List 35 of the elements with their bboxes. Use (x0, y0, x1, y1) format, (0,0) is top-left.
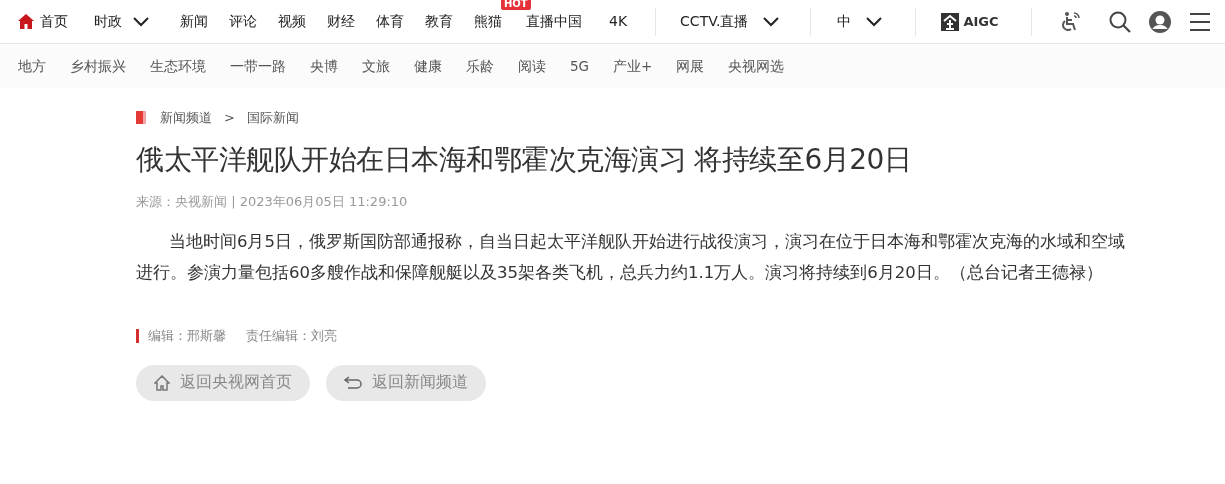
live-menu[interactable]: CCTV.直播 (680, 11, 781, 32)
nav-link[interactable]: 5G (570, 55, 590, 77)
nav-link[interactable]: 一带一路 (230, 55, 286, 77)
nav-link[interactable]: 评论 (229, 11, 257, 32)
hot-badge: HOT (501, 0, 531, 10)
nav-link[interactable]: 央视网选 (728, 55, 785, 77)
article-meta: 来源：央视新闻 | 2023年06月05日 11:29:10 (136, 193, 409, 212)
nav-link[interactable]: 央博 (310, 55, 338, 77)
breadcrumb-link[interactable]: 国际新闻 (246, 108, 299, 128)
article-title: 俄太平洋舰队开始在日本海和鄂霍次克海演习 将持续至6月20日 (136, 142, 913, 177)
article-paragraph: 当地时间6月5日，俄罗斯国防部通报称，自当日起太平洋舰队开始进行战役演习，演习在位于日本海和鄂霍次克海的水域和空域进行。参演力量包括60多艘作战和保障舰艇以及35架各类飞机，总兵力约1.1万人。演习将持续到6月20日。（总台记者王德禄） (136, 230, 1126, 284)
nav-link[interactable]: 直播中国 (526, 11, 582, 32)
nav-link[interactable]: 4K (609, 11, 628, 32)
nav-link[interactable]: 视频 (278, 11, 306, 32)
nav-link[interactable]: 财经 (327, 11, 355, 32)
nav-link[interactable]: 地方 (18, 55, 46, 77)
nav-link[interactable]: 生态环境 (150, 55, 206, 77)
editor-credit: 编辑：邢斯馨 (148, 328, 226, 343)
nav-link[interactable]: 产业+ (613, 55, 653, 77)
nav-link[interactable]: 时政 (94, 11, 150, 32)
nav-link[interactable]: 乡村振兴 (70, 55, 126, 77)
nav-link[interactable]: 文旅 (362, 55, 390, 77)
nav-link[interactable]: 教育 (425, 11, 453, 32)
aigc-logo[interactable]: AIGC (941, 12, 999, 31)
editor-credit: 责任编辑：刘亮 (246, 328, 337, 343)
nav-link[interactable]: 体育 (376, 11, 404, 32)
breadcrumb-link[interactable]: 新闻频道 (160, 108, 212, 128)
breadcrumb-separator: > (224, 109, 235, 127)
nav-link[interactable]: 阅读 (518, 55, 546, 77)
language-menu[interactable]: 中 (837, 11, 884, 32)
nav-link[interactable]: 新闻 (180, 11, 208, 32)
nav-link[interactable]: 首页 (18, 11, 68, 32)
nav-link[interactable]: 乐龄 (466, 55, 494, 77)
nav-link[interactable]: 健康 (414, 55, 442, 77)
nav-link[interactable]: 网展 (676, 55, 705, 77)
